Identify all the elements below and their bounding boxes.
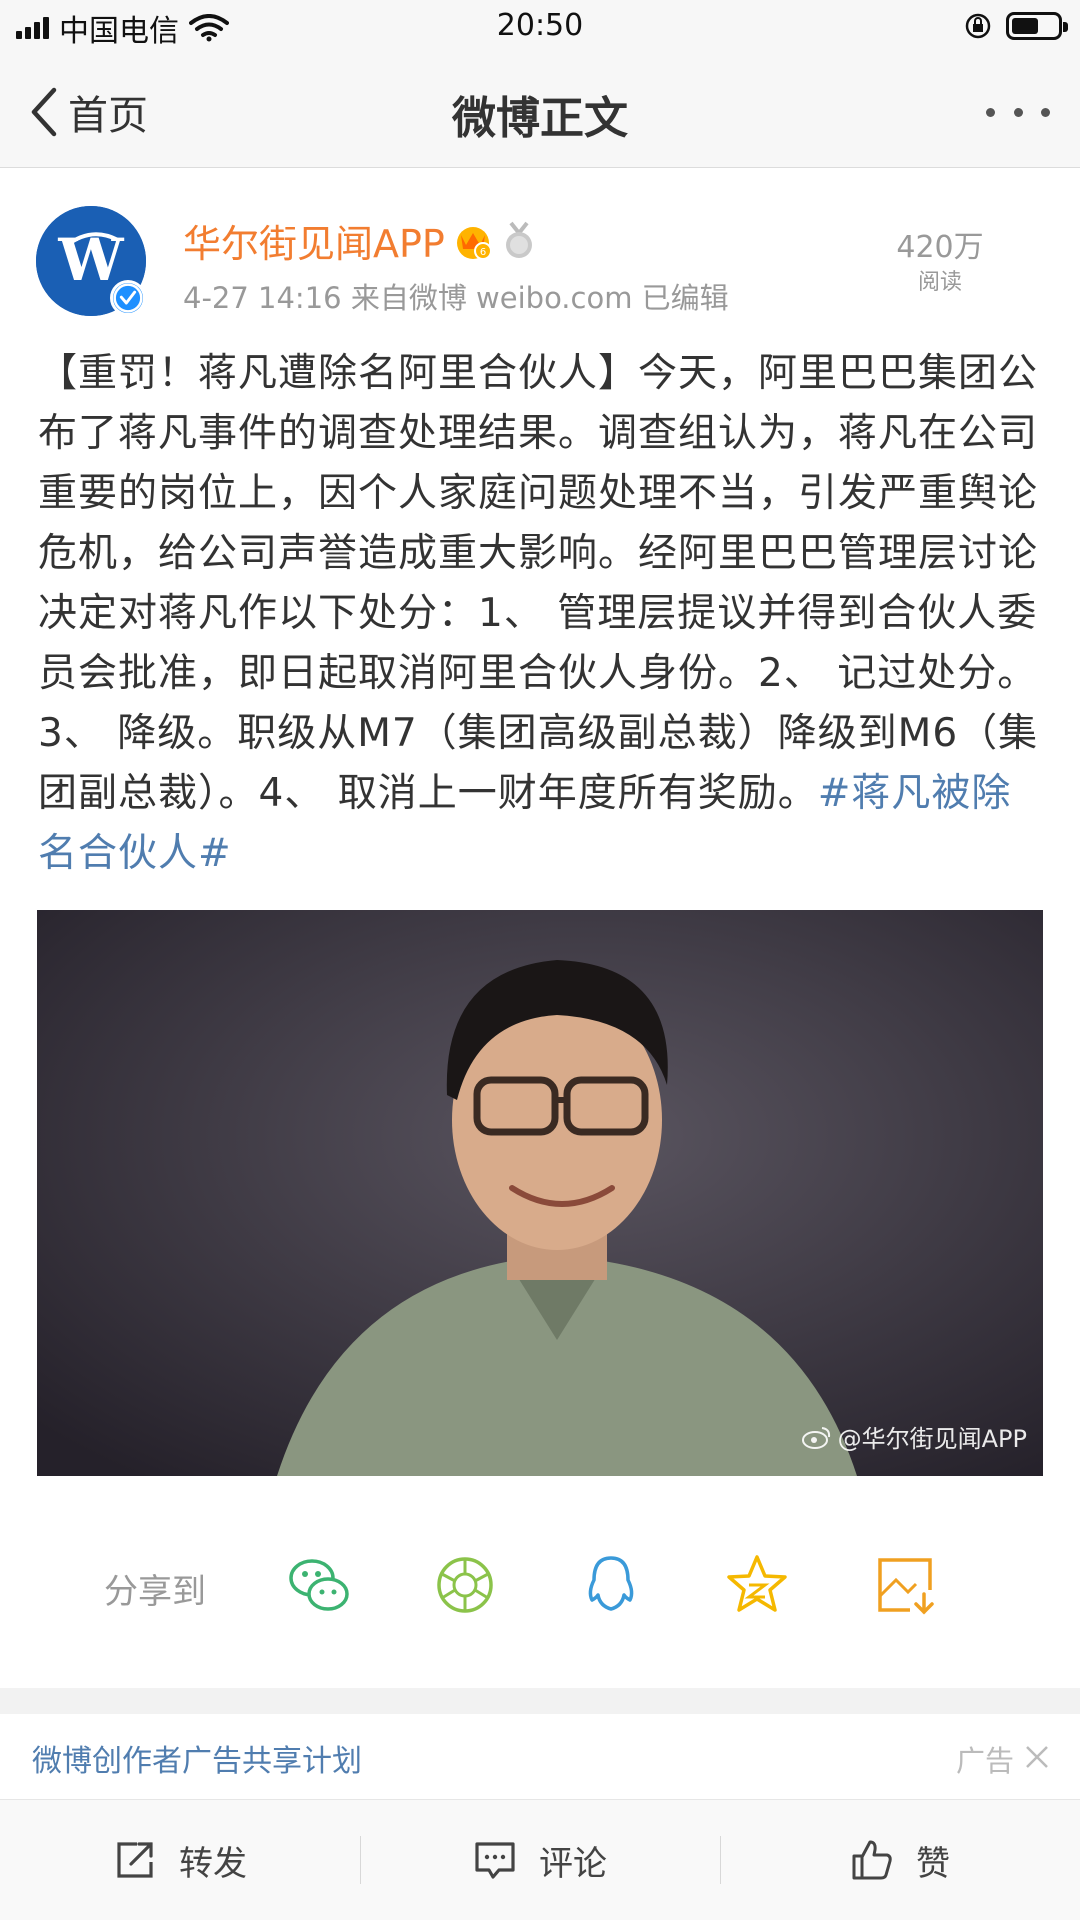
vip-crown-icon[interactable]: 6 xyxy=(453,221,493,261)
rotation-lock-icon xyxy=(965,13,991,39)
repost-button[interactable]: 转发 xyxy=(0,1800,360,1920)
comment-button[interactable]: 评论 xyxy=(360,1800,720,1920)
qq-icon[interactable] xyxy=(578,1552,644,1618)
more-options-button[interactable] xyxy=(986,94,1050,130)
read-count-value: 420万 xyxy=(896,230,984,265)
moments-icon[interactable] xyxy=(432,1552,498,1618)
repost-icon xyxy=(117,1842,153,1878)
post-image[interactable]: @华尔街见闻APP xyxy=(37,910,1043,1476)
save-image-icon[interactable] xyxy=(872,1552,938,1618)
repost-label: 转发 xyxy=(179,1843,247,1884)
status-right xyxy=(964,12,1068,40)
comment-label: 评论 xyxy=(539,1843,607,1884)
clock: 20:50 xyxy=(496,8,584,43)
like-button[interactable]: 赞 xyxy=(720,1800,1080,1920)
bottom-action-bar: 转发 评论 赞 xyxy=(0,1800,1080,1920)
svg-text:6: 6 xyxy=(480,247,486,258)
nav-bar: 首页 微博正文 xyxy=(0,56,1080,168)
thumbs-up-icon xyxy=(852,1840,892,1880)
comment-icon xyxy=(475,1842,515,1879)
weibo-logo-icon xyxy=(801,1426,830,1449)
portrait-photo xyxy=(37,910,1043,1476)
section-separator xyxy=(0,1688,1080,1714)
post-text: 【重罚！蒋凡遭除名阿里合伙人】今天，阿里巴巴集团公布了蒋凡事件的调查处理结果。调… xyxy=(38,351,1039,816)
author-row: 华尔街见闻APP 6 xyxy=(183,213,537,268)
close-icon[interactable] xyxy=(1024,1744,1050,1770)
watermark-text: @华尔街见闻APP xyxy=(837,1425,1027,1453)
post-body: 【重罚！蒋凡遭除名阿里合伙人】今天，阿里巴巴集团公布了蒋凡事件的调查处理结果。调… xyxy=(38,344,1048,884)
post-meta: 4-27 14:16 来自微博 weibo.com 已编辑 xyxy=(183,281,729,315)
author-name[interactable]: 华尔街见闻APP xyxy=(183,213,445,268)
medal-icon[interactable] xyxy=(501,221,537,261)
share-label: 分享到 xyxy=(104,1572,206,1612)
image-watermark: @华尔街见闻APP xyxy=(801,1419,1027,1454)
battery-icon xyxy=(1006,12,1068,40)
verified-icon xyxy=(110,280,146,316)
dot-icon xyxy=(1041,107,1050,117)
ad-tag: 广告 xyxy=(955,1744,1014,1778)
wechat-icon[interactable] xyxy=(286,1552,352,1618)
ad-link[interactable]: 微博创作者广告共享计划 xyxy=(32,1736,362,1780)
status-bar: 中国电信 20:50 xyxy=(0,0,1080,56)
qzone-icon[interactable] xyxy=(724,1552,790,1618)
like-label: 赞 xyxy=(916,1843,950,1884)
ad-banner: 微博创作者广告共享计划 广告 xyxy=(0,1714,1080,1800)
page-title: 微博正文 xyxy=(452,93,628,144)
read-count: 420万 阅读 xyxy=(880,222,1000,296)
read-count-label: 阅读 xyxy=(917,270,962,295)
dot-icon xyxy=(1013,107,1023,117)
dot-icon xyxy=(986,107,995,117)
